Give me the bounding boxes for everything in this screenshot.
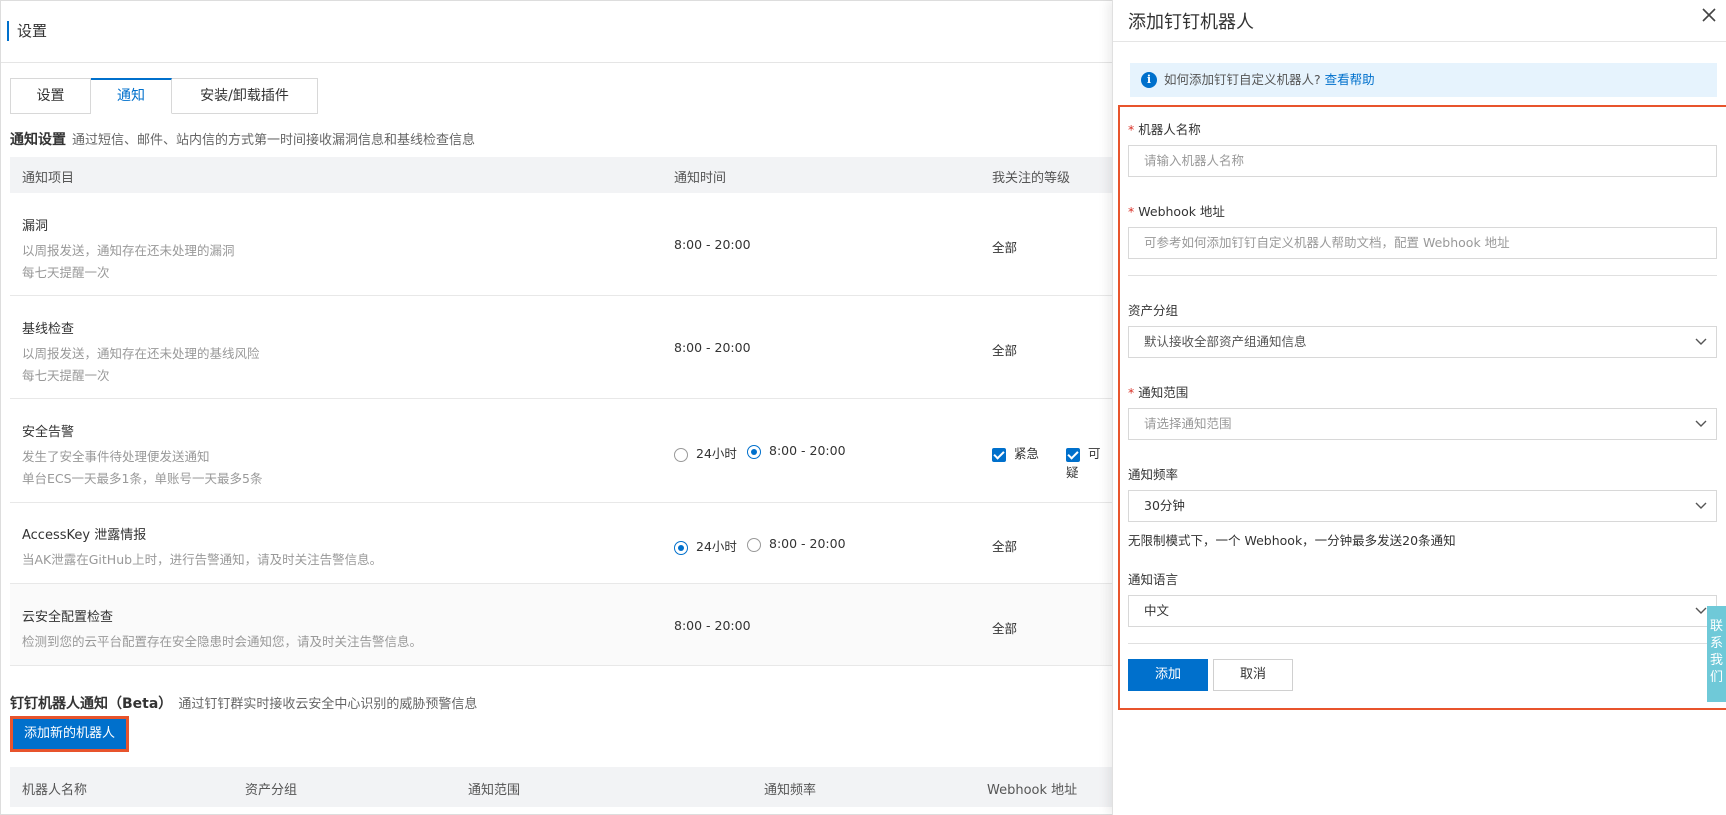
row-time: 8:00 - 20:00 xyxy=(674,237,751,252)
header-time: 通知时间 xyxy=(674,171,727,186)
row-level: 全部 xyxy=(992,539,1018,554)
notify-table: 通知项目 通知时间 我关注的等级 漏洞 以周报发送，通知存在还未处理的漏洞 每七… xyxy=(10,157,1112,666)
add-robot-drawer: 添加钉钉机器人 i 如何添加钉钉自定义机器人? 查看帮助 * 机器人名称 请输入机… xyxy=(1112,0,1726,815)
contact-us-tab[interactable]: 联系我们 xyxy=(1707,606,1726,702)
header-level: 我关注的等级 xyxy=(992,171,1071,186)
checkbox-suspicious[interactable]: 可疑 xyxy=(1066,443,1112,481)
close-icon[interactable] xyxy=(1699,6,1719,26)
radio-24h[interactable]: 24小时 xyxy=(674,443,737,462)
row-name: AccessKey 泄露情报 xyxy=(22,528,147,543)
tab-settings[interactable]: 设置 xyxy=(10,78,91,114)
robot-name-input[interactable]: 请输入机器人名称 xyxy=(1128,145,1717,177)
row-desc-2: 每七天提醒一次 xyxy=(22,368,110,383)
row-desc: 检测到您的云平台配置存在安全隐患时会通知您，请及时关注告警信息。 xyxy=(22,634,423,649)
radio-daytime[interactable]: 8:00 - 20:00 xyxy=(747,443,846,459)
form-divider xyxy=(1128,275,1717,276)
frequency-hint: 无限制模式下，一个 Webhook，一分钟最多发送20条通知 xyxy=(1128,533,1456,548)
info-icon: i xyxy=(1141,72,1157,88)
radio-icon xyxy=(674,447,688,462)
row-desc: 以周报发送，通知存在还未处理的漏洞 xyxy=(22,243,235,258)
header-asset-group: 资产分组 xyxy=(245,783,298,798)
row-desc: 发生了安全事件待处理便发送通知 xyxy=(22,449,210,464)
chevron-down-icon xyxy=(1695,502,1707,509)
tab-bar: 设置 通知 安装/卸载插件 xyxy=(10,78,318,114)
radio-icon xyxy=(747,537,761,552)
cancel-button[interactable]: 取消 xyxy=(1213,659,1293,691)
table-row: 漏洞 以周报发送，通知存在还未处理的漏洞 每七天提醒一次 8:00 - 20:0… xyxy=(10,193,1112,296)
webhook-input[interactable]: 可参考如何添加钉钉自定义机器人帮助文档，配置 Webhook 地址 xyxy=(1128,227,1717,259)
view-help-link[interactable]: 查看帮助 xyxy=(1325,72,1375,87)
notify-table-header: 通知项目 通知时间 我关注的等级 xyxy=(10,157,1112,193)
add-new-robot-button[interactable]: 添加新的机器人 xyxy=(10,716,129,752)
robot-section-title: 钉钉机器人通知（Beta） 通过钉钉群实时接收云安全中心识别的威胁预警信息 xyxy=(10,696,478,712)
form-divider xyxy=(1128,643,1717,644)
page-title: 设置 xyxy=(7,21,47,41)
checkbox-urgent[interactable]: 紧急 xyxy=(992,443,1039,462)
row-name: 基线检查 xyxy=(22,322,75,337)
robot-name-label: * 机器人名称 xyxy=(1128,122,1201,137)
asset-group-select[interactable]: 默认接收全部资产组通知信息 xyxy=(1128,326,1717,358)
row-desc: 当AK泄露在GitHub上时，进行告警通知，请及时关注告警信息。 xyxy=(22,552,383,567)
notify-language-label: 通知语言 xyxy=(1128,572,1179,587)
notify-section-title: 通知设置 通过短信、邮件、站内信的方式第一时间接收漏洞信息和基线检查信息 xyxy=(10,132,476,148)
table-row: AccessKey 泄露情报 当AK泄露在GitHub上时，进行告警通知，请及时… xyxy=(10,503,1112,584)
header-webhook: Webhook 地址 xyxy=(987,783,1078,798)
drawer-divider xyxy=(1113,41,1726,42)
drawer-title: 添加钉钉机器人 xyxy=(1128,12,1254,33)
add-button[interactable]: 添加 xyxy=(1128,659,1208,691)
row-time: 8:00 - 20:00 xyxy=(674,618,751,633)
tab-notification[interactable]: 通知 xyxy=(91,78,172,114)
row-time: 8:00 - 20:00 xyxy=(674,340,751,355)
row-desc: 以周报发送，通知存在还未处理的基线风险 xyxy=(22,346,260,361)
header-notify-frequency: 通知频率 xyxy=(764,783,817,798)
row-desc-2: 每七天提醒一次 xyxy=(22,265,110,280)
notify-language-select[interactable]: 中文 xyxy=(1128,595,1717,627)
header-item: 通知项目 xyxy=(22,171,75,186)
notify-frequency-label: 通知频率 xyxy=(1128,467,1179,482)
checkbox-checked-icon xyxy=(1066,447,1080,462)
chevron-down-icon xyxy=(1695,420,1707,427)
row-level: 全部 xyxy=(992,240,1018,255)
notify-scope-select[interactable]: 请选择通知范围 xyxy=(1128,408,1717,440)
tab-install-plugin[interactable]: 安装/卸载插件 xyxy=(172,78,318,114)
table-row: 云安全配置检查 检测到您的云平台配置存在安全隐患时会通知您，请及时关注告警信息。… xyxy=(10,584,1112,666)
radio-selected-icon xyxy=(674,540,688,555)
table-row: 基线检查 以周报发送，通知存在还未处理的基线风险 每七天提醒一次 8:00 - … xyxy=(10,296,1112,399)
notify-section-desc: 通过短信、邮件、站内信的方式第一时间接收漏洞信息和基线检查信息 xyxy=(72,133,476,148)
row-level: 全部 xyxy=(992,343,1018,358)
header-notify-scope: 通知范围 xyxy=(468,783,521,798)
row-name: 云安全配置检查 xyxy=(22,610,114,625)
asset-group-label: 资产分组 xyxy=(1128,303,1179,318)
radio-24h[interactable]: 24小时 xyxy=(674,536,737,555)
notify-scope-label: * 通知范围 xyxy=(1128,385,1189,400)
notify-frequency-select[interactable]: 30分钟 xyxy=(1128,490,1717,522)
checkbox-checked-icon xyxy=(992,447,1006,462)
table-row: 安全告警 发生了安全事件待处理便发送通知 单台ECS一天最多1条，单账号一天最多… xyxy=(10,399,1112,503)
chevron-down-icon xyxy=(1695,607,1707,614)
radio-daytime[interactable]: 8:00 - 20:00 xyxy=(747,536,846,552)
row-name: 安全告警 xyxy=(22,425,75,440)
header-robot-name: 机器人名称 xyxy=(22,783,88,798)
robot-table-header: 机器人名称 资产分组 通知范围 通知频率 Webhook 地址 xyxy=(10,767,1112,807)
radio-selected-icon xyxy=(747,444,761,459)
row-desc-2: 单台ECS一天最多1条，单账号一天最多5条 xyxy=(22,471,263,486)
chevron-down-icon xyxy=(1695,338,1707,345)
row-level: 全部 xyxy=(992,621,1018,636)
robot-section-desc: 通过钉钉群实时接收云安全中心识别的威胁预警信息 xyxy=(178,697,478,712)
help-info-bar: i 如何添加钉钉自定义机器人? 查看帮助 xyxy=(1130,63,1717,97)
row-name: 漏洞 xyxy=(22,219,49,234)
webhook-label: * Webhook 地址 xyxy=(1128,204,1225,219)
